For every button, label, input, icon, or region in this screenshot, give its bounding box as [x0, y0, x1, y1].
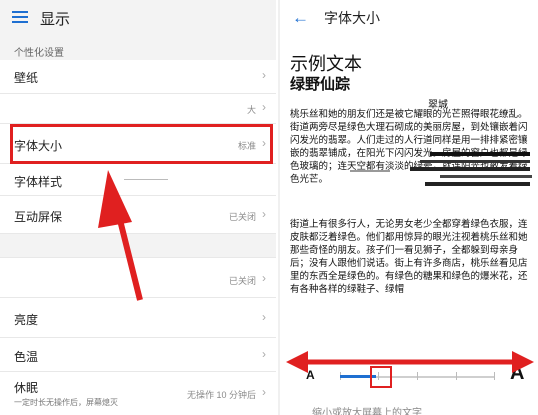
- back-arrow-icon[interactable]: ←: [292, 8, 309, 28]
- sample-paragraph-2: 街道上有很多行人，无论男女老少全都穿着绿色衣服，连皮肤都泛着绿色。他们都用惊异的…: [290, 219, 528, 295]
- display-settings-panel: 显示 个性化设置 壁纸 › 大 › 字体大小 标准 › 字体样式 互动屏保 已关…: [0, 0, 276, 415]
- font-size-panel: ← 字体大小 示例文本 绿野仙踪 翠城 桃乐丝和她的朋友们还是被它耀眼的光芒照得…: [278, 0, 538, 415]
- story-title: 绿野仙踪: [290, 76, 351, 93]
- page-title: 字体大小: [324, 10, 380, 26]
- annotation-arrow: [98, 170, 143, 301]
- render-glitch-artifact: [350, 152, 532, 186]
- font-size-slider[interactable]: A A: [280, 340, 538, 400]
- slider-hint-text: 缩小或放大屏幕上的文字: [312, 408, 422, 415]
- double-arrow-annotation: [286, 351, 534, 373]
